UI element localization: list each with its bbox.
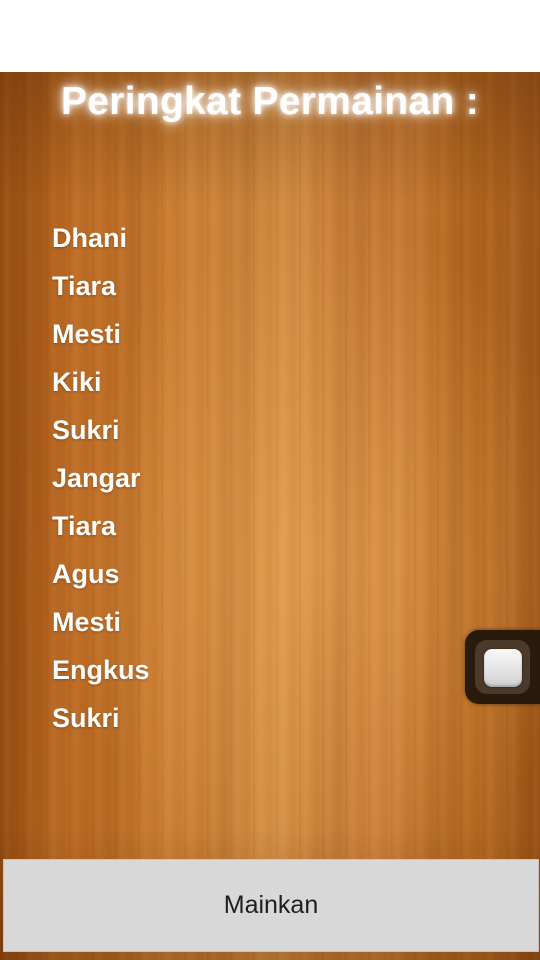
ranking-list: Dhani Tiara Mesti Kiki Sukri Jangar Tiar…	[52, 218, 150, 746]
assistive-touch-button[interactable]	[465, 630, 540, 704]
ranking-item: Agus	[52, 559, 120, 589]
ranking-item: Engkus	[52, 655, 150, 685]
assistive-touch-icon	[484, 649, 522, 687]
ranking-item: Tiara	[52, 271, 117, 301]
ranking-item: Sukri	[52, 415, 120, 445]
ranking-item: Mesti	[52, 319, 122, 349]
ranking-item: Jangar	[52, 463, 141, 493]
ranking-item: Mesti	[52, 607, 122, 637]
ranking-item: Dhani	[52, 223, 128, 253]
ranking-item: Kiki	[52, 367, 102, 397]
ranking-item: Sukri	[52, 703, 120, 733]
status-bar-area	[0, 0, 540, 72]
page-title: Peringkat Permainan :	[60, 80, 480, 123]
ranking-item: Tiara	[52, 511, 117, 541]
play-button[interactable]: Mainkan	[3, 859, 539, 952]
